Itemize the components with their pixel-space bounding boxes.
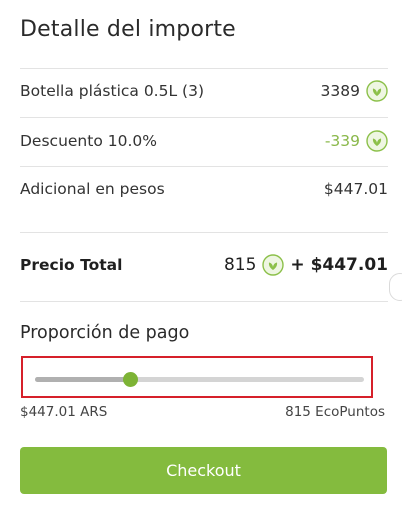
divider [20, 232, 388, 233]
total-label: Precio Total [20, 256, 123, 274]
line-item-bottle: Botella plástica 0.5L (3) 3389 [20, 78, 388, 104]
slider-min-label: $447.01 ARS [20, 404, 108, 420]
divider [20, 68, 388, 69]
slider-range-labels: $447.01 ARS 815 EcoPuntos [20, 404, 385, 420]
leaf-coin-icon [366, 80, 388, 102]
payment-slider[interactable] [35, 372, 364, 387]
line-item-label: Descuento 10.0% [20, 132, 157, 150]
slider-fill [35, 377, 131, 382]
side-scroll-handle[interactable] [389, 273, 402, 301]
line-item-discount: Descuento 10.0% -339 [20, 128, 388, 154]
leaf-coin-icon [262, 254, 285, 276]
payment-proportion-title: Proporción de pago [20, 323, 190, 343]
line-item-label: Adicional en pesos [20, 180, 165, 198]
divider [20, 301, 388, 302]
total-row: Precio Total 815 + $447.01 [20, 252, 388, 278]
checkout-button[interactable]: Checkout [20, 447, 387, 494]
line-item-value: -339 [324, 132, 360, 150]
slider-max-label: 815 EcoPuntos [285, 404, 385, 420]
line-item-value: $447.01 [323, 180, 388, 198]
leaf-coin-icon [366, 130, 388, 152]
divider [20, 166, 388, 167]
total-points: 815 [223, 255, 257, 275]
amount-detail-panel: Detalle del importe Botella plástica 0.5… [0, 0, 402, 512]
total-money: + $447.01 [290, 255, 388, 275]
panel-title: Detalle del importe [20, 17, 236, 42]
line-item-value: 3389 [320, 82, 360, 100]
line-item-label: Botella plástica 0.5L (3) [20, 82, 204, 100]
line-item-additional: Adicional en pesos $447.01 [20, 176, 388, 202]
divider [20, 117, 388, 118]
